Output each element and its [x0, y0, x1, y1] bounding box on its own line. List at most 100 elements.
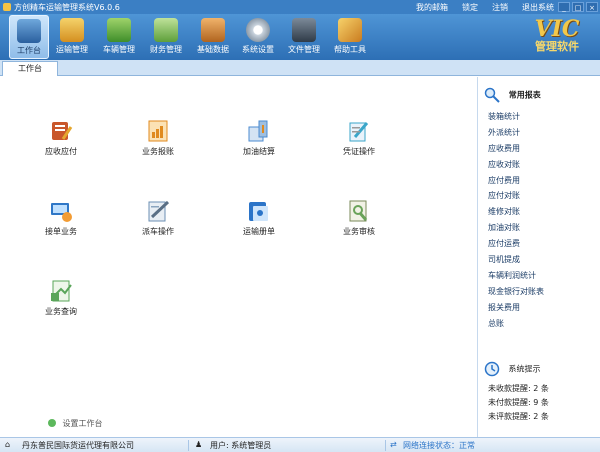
- tab-bar: 工作台: [0, 60, 600, 76]
- status-bar: ⌂ 丹东普民国际货运代理有限公司 ♟ 用户: 系统管理员 ⇄ 网络连接状态：正常: [0, 437, 600, 452]
- reports-title: 常用报表: [508, 90, 541, 100]
- app-business-query[interactable]: 业务查询: [29, 279, 93, 317]
- user-icon: ♟: [195, 440, 203, 449]
- voucher-icon: [347, 119, 371, 143]
- alert-item[interactable]: 未收款提醒: 2 条: [488, 383, 549, 397]
- app-transport-list[interactable]: 运输册单: [227, 199, 291, 237]
- status-divider: [385, 440, 386, 451]
- alert-item[interactable]: 未评款提醒: 2 条: [488, 411, 549, 425]
- cabinet-icon: [201, 18, 225, 42]
- app-business-report[interactable]: 业务报账: [126, 119, 190, 157]
- report-link[interactable]: 装箱统计: [488, 111, 544, 127]
- toolbar-help-button[interactable]: 帮助工具: [330, 15, 370, 59]
- audit-icon: [347, 199, 371, 223]
- toolbar-label: 系统设置: [242, 45, 274, 54]
- report-link[interactable]: 加油对账: [488, 222, 544, 238]
- network-icon: ⇄: [390, 440, 397, 449]
- app-label: 运输册单: [243, 227, 275, 236]
- clock-icon: [484, 361, 500, 377]
- toolbar-transport-button[interactable]: 运输管理: [52, 15, 92, 59]
- report-link[interactable]: 现金银行对账表: [488, 286, 544, 302]
- lock-link[interactable]: 锁定: [462, 2, 478, 13]
- query-icon: [49, 279, 73, 303]
- app-label: 业务报账: [142, 147, 174, 156]
- reports-header: 常用报表: [484, 87, 541, 107]
- app-business-audit[interactable]: 业务审核: [327, 199, 391, 237]
- app-label: 加油结算: [243, 147, 275, 156]
- desk-icon: [17, 19, 41, 43]
- dispatch-icon: [146, 199, 170, 223]
- toolbar-label: 车辆管理: [103, 45, 135, 54]
- app-label: 业务审核: [343, 227, 375, 236]
- toolbar-files-button[interactable]: 文件管理: [284, 15, 324, 59]
- fuel-icon: [247, 119, 271, 143]
- toolbar-label: 文件管理: [288, 45, 320, 54]
- app-voucher[interactable]: 凭证操作: [327, 119, 391, 157]
- toolbar-basedata-button[interactable]: 基础数据: [193, 15, 233, 59]
- truck-icon: [107, 18, 131, 42]
- home-icon: ⌂: [5, 440, 11, 449]
- logo-text: VIC: [534, 16, 580, 42]
- tab-workbench[interactable]: 工作台: [2, 61, 58, 76]
- settings-label: 设置工作台: [62, 419, 103, 428]
- report-icon: [146, 119, 170, 143]
- app-label: 业务查询: [45, 307, 77, 316]
- report-link[interactable]: 报关费用: [488, 302, 544, 318]
- workspace-panel: 应收应付 业务报账 加油结算 凭证操作 接单业务 派车操作 运输册单 业务审核 …: [0, 77, 477, 437]
- report-link[interactable]: 司机提成: [488, 254, 544, 270]
- app-label: 应收应付: [45, 147, 77, 156]
- main-toolbar: 工作台 运输管理 车辆管理 财务管理 基础数据 系统设置 文件管理 帮助工具 V…: [0, 14, 600, 60]
- reports-list: 装箱统计 外派统计 应收费用 应收对账 应付费用 应付对账 维修对账 加油对账 …: [488, 111, 544, 333]
- network-status: 网络连接状态：正常: [403, 441, 475, 450]
- maximize-button[interactable]: □: [572, 2, 584, 12]
- report-link[interactable]: 应付费用: [488, 175, 544, 191]
- report-link[interactable]: 外派统计: [488, 127, 544, 143]
- app-dispatch[interactable]: 派车操作: [126, 199, 190, 237]
- report-link[interactable]: 车辆利润统计: [488, 270, 544, 286]
- exit-link[interactable]: 退出系统: [522, 2, 554, 13]
- window-title: 方创精车运输管理系统V6.0.6: [14, 3, 120, 12]
- minimize-button[interactable]: _: [558, 2, 570, 12]
- mailbox-link[interactable]: 我的邮箱: [416, 2, 448, 13]
- toolbar-label: 运输管理: [56, 45, 88, 54]
- boxes-icon: [60, 18, 84, 42]
- plus-icon: [48, 419, 56, 427]
- current-user: 用户: 系统管理员: [210, 441, 272, 450]
- ledger-icon: [49, 119, 73, 143]
- logo-subtitle: 管理软件: [535, 40, 579, 53]
- money-icon: [154, 18, 178, 42]
- file-icon: [292, 18, 316, 42]
- magnifier-icon: [484, 87, 500, 103]
- toolbar-finance-button[interactable]: 财务管理: [146, 15, 186, 59]
- workspace-settings-link[interactable]: 设置工作台: [48, 418, 103, 429]
- app-label: 派车操作: [142, 227, 174, 236]
- gear-icon: [246, 18, 270, 42]
- report-link[interactable]: 维修对账: [488, 206, 544, 222]
- list-icon: [247, 199, 271, 223]
- report-link[interactable]: 总账: [488, 318, 544, 334]
- vic-logo: VIC 管理软件: [522, 18, 592, 58]
- toolbar-label: 基础数据: [197, 45, 229, 54]
- toolbar-label: 财务管理: [150, 45, 182, 54]
- app-order-taking[interactable]: 接单业务: [29, 199, 93, 237]
- app-label: 接单业务: [45, 227, 77, 236]
- logout-link[interactable]: 注销: [492, 2, 508, 13]
- report-link[interactable]: 应付对账: [488, 190, 544, 206]
- close-button[interactable]: ×: [586, 2, 598, 12]
- toolbar-vehicle-button[interactable]: 车辆管理: [99, 15, 139, 59]
- report-link[interactable]: 应付运费: [488, 238, 544, 254]
- top-menu: 我的邮箱 锁定 注销 退出系统: [416, 2, 554, 13]
- window-controls: _ □ ×: [558, 2, 598, 12]
- app-receivable-payable[interactable]: 应收应付: [29, 119, 93, 157]
- toolbar-settings-button[interactable]: 系统设置: [238, 15, 278, 59]
- report-link[interactable]: 应收费用: [488, 143, 544, 159]
- toolbar-label: 帮助工具: [334, 45, 366, 54]
- system-tips-title: 系统提示: [508, 364, 541, 374]
- report-link[interactable]: 应收对账: [488, 159, 544, 175]
- app-fuel-settlement[interactable]: 加油结算: [227, 119, 291, 157]
- toolbar-workbench-button[interactable]: 工作台: [9, 15, 49, 59]
- toolbar-label: 工作台: [17, 46, 41, 55]
- alert-item[interactable]: 未付款提醒: 9 条: [488, 397, 549, 411]
- title-bar: 方创精车运输管理系统V6.0.6 我的邮箱 锁定 注销 退出系统 _ □ ×: [0, 0, 600, 14]
- tools-icon: [338, 18, 362, 42]
